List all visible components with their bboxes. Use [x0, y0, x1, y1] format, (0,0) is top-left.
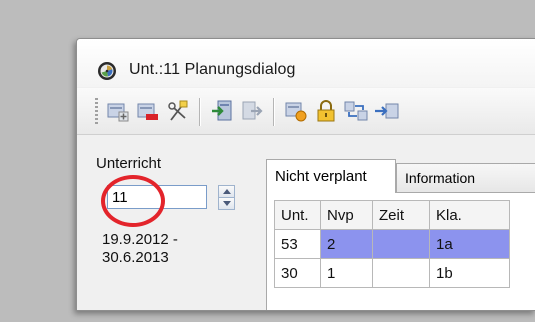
table-row[interactable]: 30 1 1b [274, 258, 510, 288]
unplanned-lessons-table: Unt. Nvp Zeit Kla. 53 2 1a 30 1 1b [274, 200, 510, 288]
highlight-circle [101, 175, 165, 227]
delete-lesson-icon[interactable] [135, 98, 161, 124]
tab-information[interactable]: Information [396, 163, 535, 193]
table-cell[interactable]: 1 [320, 258, 373, 288]
window-title: Unt.:11 Planungsdialog [129, 61, 296, 78]
swap-icon[interactable] [343, 98, 369, 124]
column-header-nvp[interactable]: Nvp [320, 200, 373, 230]
lock-icon[interactable] [313, 98, 339, 124]
date-range-end: 30.6.2013 [102, 249, 169, 266]
column-header-zeit[interactable]: Zeit [372, 200, 430, 230]
clock-icon [98, 62, 116, 80]
toolbar-grip[interactable] [95, 98, 98, 126]
spin-down-button[interactable] [218, 197, 235, 210]
lesson-label: Unterricht [96, 155, 162, 172]
toolbar-separator [199, 98, 200, 126]
table-cell[interactable]: 1a [429, 229, 510, 259]
column-header-kla[interactable]: Kla. [429, 200, 510, 230]
lesson-panel: Unterricht 11 19.9.2012 - 30.6.2013 [77, 135, 255, 310]
column-header-unt[interactable]: Unt. [274, 200, 321, 230]
table-cell[interactable]: 30 [274, 258, 321, 288]
title-bar[interactable]: Unt.:11 Planungsdialog [77, 39, 535, 87]
tab-container: Nicht verplant Information Unt. Nvp Zeit… [256, 135, 535, 310]
import-icon[interactable] [209, 98, 235, 124]
chevron-down-icon [223, 201, 231, 206]
move-icon[interactable] [373, 98, 399, 124]
table-header-row: Unt. Nvp Zeit Kla. [274, 200, 510, 230]
toolbar [77, 88, 535, 135]
split-lesson-icon[interactable] [165, 98, 191, 124]
table-cell[interactable]: 53 [274, 229, 321, 259]
table-cell[interactable]: 1b [429, 258, 510, 288]
date-range-start: 19.9.2012 - [102, 231, 178, 248]
new-lesson-icon[interactable] [105, 98, 131, 124]
tab-nicht-verplant[interactable]: Nicht verplant [266, 159, 396, 193]
edit-lesson-icon[interactable] [283, 98, 309, 124]
planning-dialog-window: Unt.:11 Planungsdialog Unterricht 11 19.… [76, 38, 535, 311]
table-cell[interactable] [372, 229, 430, 259]
table-row[interactable]: 53 2 1a [274, 229, 510, 259]
table-cell[interactable]: 2 [320, 229, 373, 259]
table-cell[interactable] [372, 258, 430, 288]
chevron-up-icon [223, 189, 231, 194]
toolbar-separator [273, 98, 274, 126]
tab-panel-nicht-verplant: Unt. Nvp Zeit Kla. 53 2 1a 30 1 1b [266, 192, 535, 310]
export-icon[interactable] [239, 98, 265, 124]
